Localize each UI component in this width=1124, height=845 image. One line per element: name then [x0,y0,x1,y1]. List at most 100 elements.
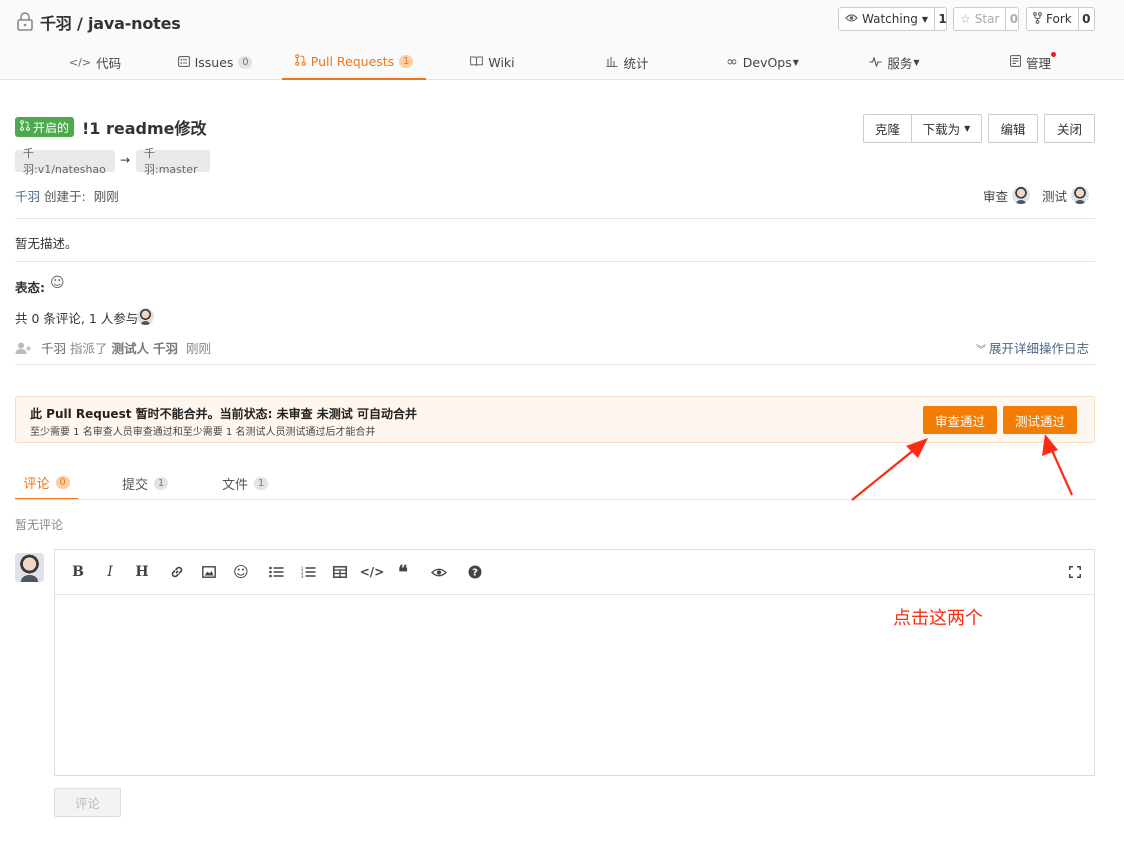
branch-arrow: → [120,153,131,167]
emoji-icon[interactable]: ☺ [232,563,250,581]
fork-button[interactable]: Fork 0 [1026,7,1095,31]
expand-log-link[interactable]: ︾ 展开详细操作日志 [976,338,1089,357]
star-label: Star [974,12,1000,26]
download-label: 下载为 [922,122,961,137]
reaction-label: 表态: [15,280,45,295]
tab-files[interactable]: 文件 1 [210,467,280,500]
tab-comments[interactable]: 评论 0 [15,467,78,500]
activity-actor[interactable]: 千羽 [41,341,66,356]
merge-notice-subtitle: 至少需要 1 名审查人员审查通过和至少需要 1 名测试人员测试通过后才能合并 [30,427,376,438]
activity-entry: 千羽 指派了 测试人 千羽 刚刚 [15,338,211,357]
tab-devops[interactable]: ∞ DevOps ▼ [700,44,825,80]
current-user-avatar[interactable] [15,553,44,582]
tab-manage[interactable]: 管理 [968,44,1093,80]
merge-notice-title: 此 Pull Request 暂时不能合并。当前状态: 未审查 未测试 可自动合… [30,407,417,421]
activity-action: 指派了 [69,341,108,356]
fork-icon [1033,11,1042,27]
tab-wiki-label: Wiki [488,54,515,70]
tab-devops-label: DevOps [742,54,792,70]
link-icon[interactable] [168,563,186,581]
numbered-list-icon[interactable]: 123 [299,563,317,581]
fork-count[interactable]: 0 [1077,8,1094,30]
quote-icon[interactable]: ❝ [394,562,412,583]
star-icon: ☆ [960,12,971,26]
reviewer-avatar[interactable] [1012,186,1030,204]
divider [15,364,1095,365]
comment-summary: 共 0 条评论, 1 人参与 [15,311,139,326]
preview-eye-icon[interactable] [430,563,448,581]
download-button[interactable]: 下载为 ▼ [911,114,982,143]
activity-target[interactable]: 千羽 [153,341,178,356]
source-branch[interactable]: 千羽:v1/nateshao [15,147,115,176]
participant-avatar[interactable] [137,308,154,325]
watching-button[interactable]: Watching ▼ 1 [838,7,947,31]
bullet-list-icon[interactable] [267,563,285,581]
repo-header: 千羽 / java-notes Watching ▼ 1 ☆ Star 0 Fork… [0,0,1124,80]
annotation-arrows [851,434,1074,501]
pr-status-label: 开启的 [33,120,70,135]
fullscreen-icon[interactable] [1066,563,1084,581]
created-label: 创建于: [44,189,86,204]
submit-comment-button[interactable]: 评论 [54,788,121,817]
issues-count-badge: 0 [238,55,253,69]
bold-icon[interactable]: B [69,563,87,581]
star-count[interactable]: 0 [1005,8,1018,30]
tab-issues[interactable]: Issues 0 [150,44,280,80]
close-button[interactable]: 关闭 [1044,114,1095,143]
tester-label: 测试 [1042,189,1068,204]
star-button[interactable]: ☆ Star 0 [953,7,1019,31]
comment-editor: B I H ☺ 123 </> ❝ ? [54,549,1095,776]
caret-down-icon: ▼ [913,57,920,67]
divider [15,261,1095,262]
target-branch[interactable]: 千羽:master [136,147,210,176]
pr-meta: 千羽 创建于: 刚刚 [15,186,119,205]
commits-count-badge: 1 [154,477,168,490]
italic-icon[interactable]: I [101,563,119,581]
code-icon[interactable]: </> [360,563,385,581]
heading-icon[interactable]: H [133,563,151,581]
arrow-to-test-button [1042,434,1074,496]
annotation-text: 点击这两个 [893,608,983,629]
tester-avatar[interactable] [1071,186,1089,204]
tab-issues-label: Issues [194,54,234,70]
reviewer-label: 审查 [983,189,1009,204]
watching-count[interactable]: 1 [934,8,946,30]
tab-pull-requests[interactable]: Pull Requests 1 [282,44,426,80]
tab-code-label: 代码 [96,55,122,71]
tab-services-label: 服务 [887,55,913,71]
lock-icon [17,12,33,31]
editor-toolbar: B I H ☺ 123 </> ❝ ? [55,550,1094,595]
caret-down-icon: ▼ [964,124,971,133]
tab-commits[interactable]: 提交 1 [110,467,180,500]
smiley-icon[interactable]: ☺ [50,275,65,291]
tab-services[interactable]: 服务 ▼ [832,44,957,80]
image-icon[interactable] [200,563,218,581]
files-count-badge: 1 [254,477,268,490]
repo-title[interactable]: 千羽 / java-notes [40,10,181,34]
edit-button[interactable]: 编辑 [988,114,1038,143]
tab-stats[interactable]: 统计 [565,44,690,80]
table-icon[interactable] [331,563,349,581]
issues-icon [177,55,190,70]
bar-chart-icon [606,55,618,70]
repo-nav-tabs: </> 代码 Issues 0 Pull Requests 1 Wiki 统计 … [0,44,1124,80]
watching-label: Watching [862,12,918,26]
clone-button[interactable]: 克隆 [863,114,912,143]
pull-request-icon [20,120,30,134]
tab-wiki[interactable]: Wiki [430,44,555,80]
tab-code[interactable]: </> 代码 [30,44,160,80]
tab-pull-requests-label: Pull Requests [310,53,395,69]
manage-icon [1010,54,1021,70]
no-comments-text: 暂无评论 [15,518,64,532]
tab-comments-label: 评论 [23,477,50,492]
divider [15,218,1095,219]
add-user-icon [15,342,33,357]
author-link[interactable]: 千羽 [15,189,40,204]
svg-text:3: 3 [301,574,304,578]
double-chevron-down-icon: ︾ [976,345,986,356]
help-icon[interactable]: ? [466,563,484,581]
expand-log-label: 展开详细操作日志 [989,341,1090,356]
caret-down-icon: ▼ [921,14,929,24]
notification-dot [1051,52,1056,57]
code-icon: </> [68,55,92,69]
